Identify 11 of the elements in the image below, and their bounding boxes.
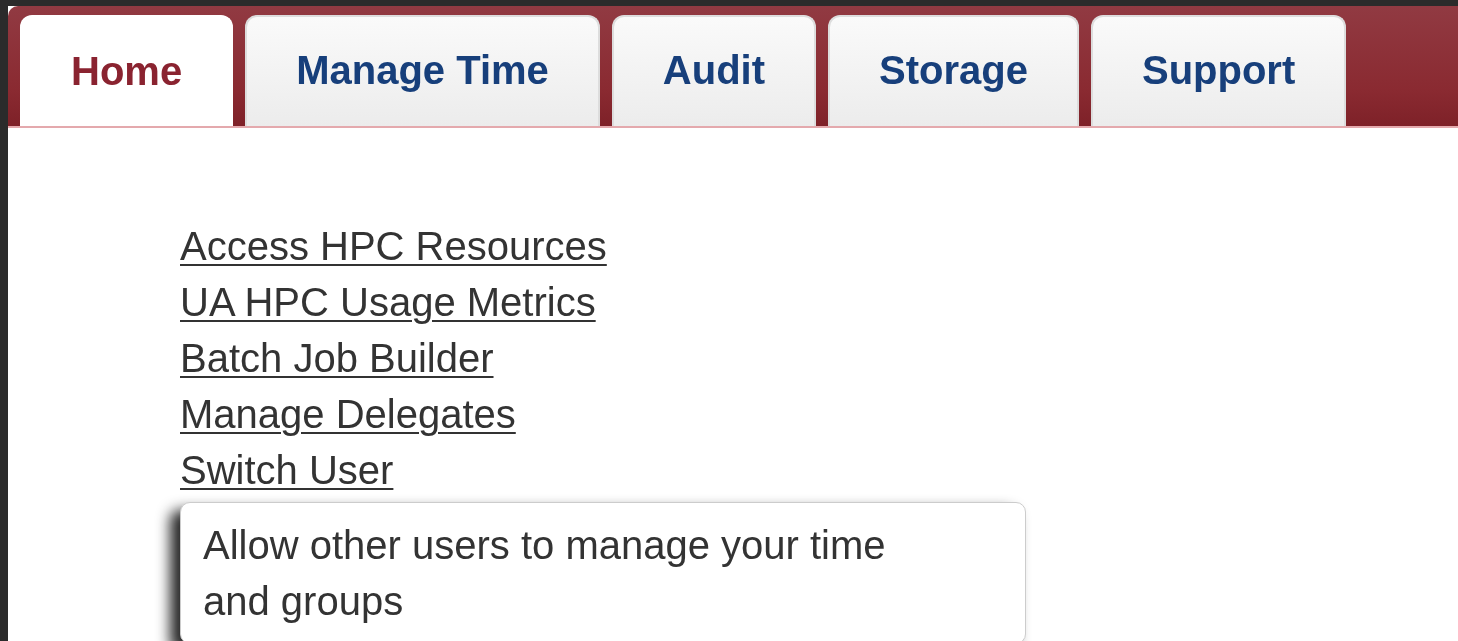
tab[interactable]: Manage Time bbox=[245, 15, 600, 126]
tooltip: Allow other users to manage your time and groups bbox=[180, 502, 1026, 641]
menu-link[interactable]: UA HPC Usage Metrics bbox=[180, 274, 596, 330]
menu-link[interactable]: Switch User bbox=[180, 442, 394, 498]
menu-link[interactable]: Batch Job Builder bbox=[180, 330, 494, 386]
tab[interactable]: Support bbox=[1090, 15, 1347, 126]
menu-link[interactable]: Manage Delegates bbox=[180, 386, 516, 442]
menu-link[interactable]: Access HPC Resources bbox=[180, 218, 607, 274]
tab[interactable]: Audit bbox=[611, 15, 816, 126]
tab[interactable]: Home bbox=[20, 15, 234, 126]
tab[interactable]: Storage bbox=[828, 15, 1079, 126]
